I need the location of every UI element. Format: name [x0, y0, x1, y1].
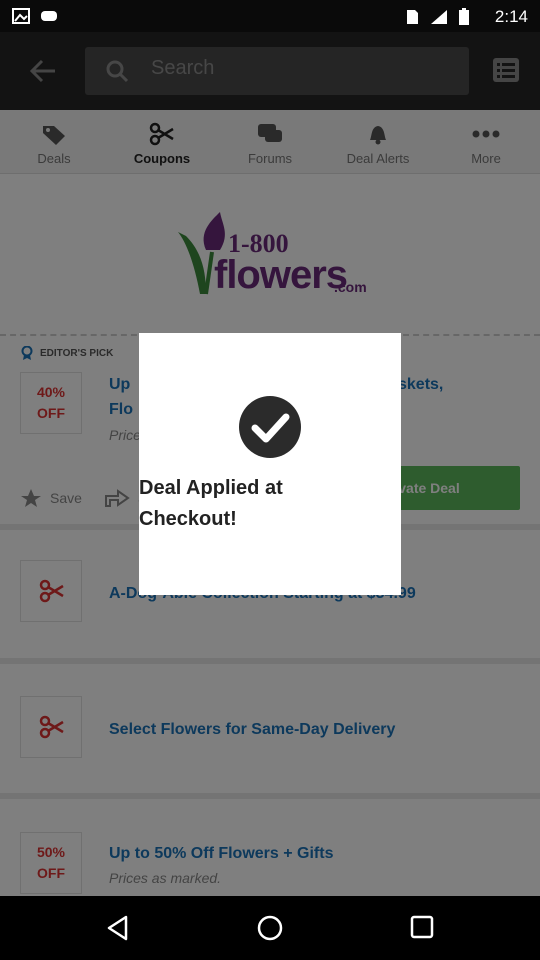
dialog-message-line1: Deal Applied at [139, 477, 283, 499]
system-nav-bar [0, 896, 540, 960]
home-nav-icon[interactable] [256, 914, 284, 942]
deal-applied-dialog[interactable]: Deal Applied at Checkout! [139, 333, 401, 595]
back-nav-icon[interactable] [104, 914, 132, 942]
sim-icon [407, 10, 418, 24]
gamepad-notification-icon [41, 11, 57, 21]
image-notification-icon [12, 8, 30, 24]
recents-nav-icon[interactable] [409, 914, 435, 942]
checkmark-circle-icon [239, 396, 301, 458]
notification-icons [12, 8, 58, 24]
battery-icon [459, 8, 469, 25]
signal-icon [431, 10, 447, 24]
dialog-message: Deal Applied at Checkout! [139, 473, 401, 535]
dialog-message-line2: Checkout! [139, 508, 237, 530]
clock: 2:14 [494, 7, 528, 26]
status-bar: 2:14 [0, 0, 540, 32]
